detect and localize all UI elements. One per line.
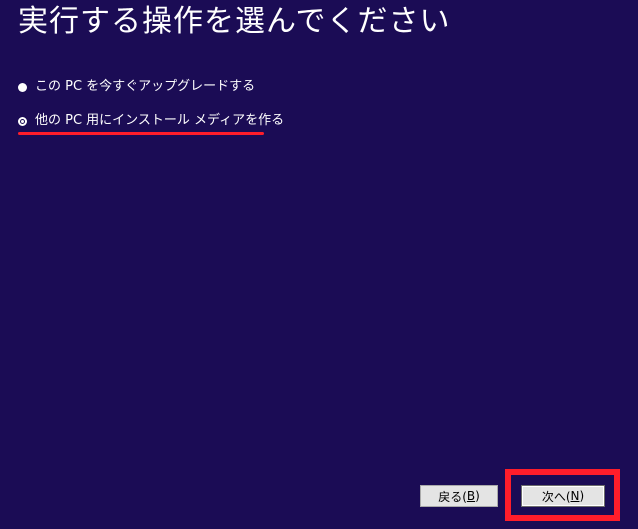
annotation-underline bbox=[18, 132, 264, 135]
option-create-install-media[interactable]: 他の PC 用にインストール メディアを作る bbox=[18, 110, 418, 132]
option-label: 他の PC 用にインストール メディアを作る bbox=[35, 113, 285, 128]
back-accel-key: B bbox=[466, 489, 476, 503]
next-label: 次へ( bbox=[541, 489, 571, 504]
back-label: 戻る( bbox=[438, 489, 467, 504]
radio-upgrade-this-pc[interactable] bbox=[18, 82, 27, 92]
option-label: この PC を今すぐアップグレードする bbox=[35, 79, 256, 94]
option-upgrade-this-pc[interactable]: この PC を今すぐアップグレードする bbox=[18, 76, 418, 98]
next-accel-key: N bbox=[570, 489, 580, 503]
next-suffix: ) bbox=[579, 489, 585, 503]
next-button[interactable]: 次へ(N) bbox=[521, 485, 605, 507]
back-suffix: ) bbox=[475, 489, 480, 503]
back-button[interactable]: 戻る(B) bbox=[420, 485, 498, 507]
page-title: 実行する操作を選んでください bbox=[18, 4, 451, 39]
radio-create-install-media[interactable] bbox=[18, 116, 27, 126]
